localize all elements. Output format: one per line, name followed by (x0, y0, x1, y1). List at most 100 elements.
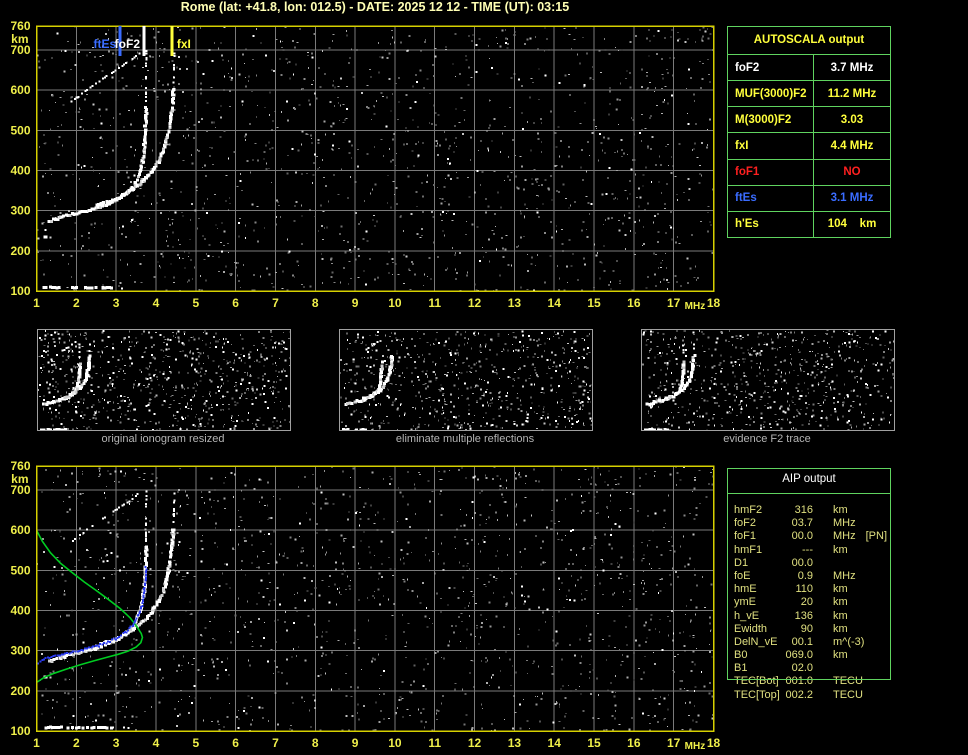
svg-text:12: 12 (468, 296, 482, 310)
aip-row: TEC[Bot] 001.0 TECU (734, 675, 888, 688)
thumbnail-evidence-f2-trace (641, 329, 895, 431)
aip-row: TEC[Top] 002.2 TECU (734, 689, 888, 702)
aip-cell: 00.1 (791, 635, 813, 648)
aip-row: B1 02.0 (734, 662, 888, 675)
aip-cell: hmF1 (734, 543, 763, 556)
aip-cell: ymE (734, 596, 756, 609)
aip-cell: km (833, 609, 848, 622)
aip-cell: km (833, 504, 848, 516)
svg-text:18: 18 (707, 296, 721, 310)
param-value: 11.2 MHz (827, 87, 877, 100)
svg-text:14: 14 (548, 296, 562, 310)
param-value: 3.03 (840, 113, 864, 126)
aip-cell: 069.0 (785, 649, 813, 662)
autoscala-row-fof1: foF1 NO (728, 158, 890, 185)
autoscala-panel-title: AUTOSCALA output (728, 27, 890, 55)
svg-text:200: 200 (10, 244, 30, 258)
param-label: foF1 (728, 159, 814, 185)
ionogram-main-plot: 760km7006005004003002001001 2 3 4 5 6 7 8 9 10 11 1… (10, 19, 720, 312)
svg-text:3: 3 (113, 296, 120, 310)
aip-cell: 02.0 (791, 662, 813, 675)
autoscala-row-m3000: M(3000)F2 3.03 (728, 106, 890, 133)
thumbnail-caption: evidence F2 trace (723, 433, 811, 445)
aip-cell: MHz (833, 569, 856, 582)
svg-text:400: 400 (10, 164, 30, 178)
svg-text:600: 600 (10, 83, 30, 97)
aip-cell: 00.0 (791, 556, 813, 569)
aip-row: D1 00.0 (734, 557, 888, 570)
aip-cell: TEC[Top] (734, 688, 780, 701)
aip-cell: --- (802, 543, 813, 556)
aip-cell: B0 (734, 649, 748, 662)
aip-cell: 136 (794, 609, 813, 622)
param-value: NO (843, 166, 861, 179)
aip-cell: TEC[Bot] (734, 675, 779, 688)
aip-row: hmF1 --- km (734, 544, 888, 557)
aip-row: foF2 03.7 MHz (734, 517, 888, 530)
aip-cell: foE (734, 569, 751, 582)
svg-text:10: 10 (388, 296, 402, 310)
aip-header-divider (727, 493, 891, 494)
param-label: ftEs (728, 185, 814, 211)
aip-cell: D1 (734, 556, 749, 569)
aip-cell: [PN] (865, 530, 888, 543)
svg-text:MHz: MHz (685, 301, 706, 312)
thumbnail-original-ionogram (37, 329, 291, 431)
aip-cell: hmF2 (734, 504, 763, 516)
aip-cell: 110 (795, 583, 813, 596)
aip-cell: foF2 (734, 517, 757, 530)
aip-row: h_vE 136 km (734, 610, 888, 623)
aip-row: Ewidth 90 km (734, 623, 888, 636)
thumbnail-eliminate-reflections (339, 329, 593, 431)
aip-cell: km (833, 649, 848, 662)
svg-text:17: 17 (667, 296, 681, 310)
aip-cell: hmE (734, 583, 757, 596)
param-value: 104 km (827, 218, 877, 231)
svg-text:11: 11 (428, 296, 441, 310)
param-value: 3.1 MHz (830, 192, 874, 205)
aip-row: B0 069.0 km (734, 649, 888, 662)
aip-cell: 03.7 (791, 517, 813, 530)
svg-text:foF2: foF2 (115, 37, 141, 51)
aip-row: hmE 110 km (734, 583, 888, 596)
thumbnail-caption: eliminate multiple reflections (395, 433, 535, 445)
svg-text:5: 5 (192, 296, 199, 310)
param-label: M(3000)F2 (728, 107, 814, 133)
aip-row: ymE 20 km (734, 596, 888, 609)
aip-cell: 0.9 (797, 569, 813, 582)
autoscala-row-muf: MUF(3000)F2 11.2 MHz (728, 80, 890, 107)
svg-text:760: 760 (10, 19, 30, 33)
aip-row: foF1 00.0 MHz [PN] (734, 530, 888, 543)
axis-tick-labels: 760km7006005004003002001001 2 3 4 5 6 7 8 9 10 11 1… (10, 19, 720, 312)
svg-text:1: 1 (33, 296, 40, 310)
svg-text:2: 2 (73, 296, 80, 310)
aip-parameter-list: hmF2 316 km foF2 03.7 MHz foF1 00.0 MHz [PN] hmF1 -… (734, 504, 888, 702)
page-title: Rome (lat: +41.8, lon: 012.5) - DATE: 20… (180, 0, 570, 14)
aip-cell: 316 (794, 504, 813, 516)
svg-text:100: 100 (10, 284, 30, 298)
aip-cell: Ewidth (734, 622, 768, 635)
aip-cell: 90 (800, 622, 813, 635)
svg-text:6: 6 (232, 296, 239, 310)
svg-text:4: 4 (153, 296, 160, 310)
aip-row: foE 0.9 MHz (734, 570, 888, 583)
autoscala-row-ftes: ftEs 3.1 MHz (728, 184, 890, 211)
svg-text:fxI: fxI (177, 37, 191, 51)
thumbnail-caption: original ionogram resized (101, 433, 225, 445)
aip-cell: 001.0 (785, 675, 813, 688)
svg-text:16: 16 (627, 296, 641, 310)
autoscala-row-fof2: foF2 3.7 MHz (728, 55, 890, 81)
autoscala-output-panel: AUTOSCALA output foF2 3.7 MHz MUF(3000)F… (727, 26, 891, 238)
aip-cell: DelN_vE (734, 635, 778, 648)
aip-row: DelN_vE 00.1 m^(-3) (734, 636, 888, 649)
svg-text:9: 9 (352, 296, 359, 310)
ionogram-profile-plot: 760km7006005004003002001001 2 3 4 5 6 7 8 9 10 11 1… (10, 459, 720, 752)
svg-text:15: 15 (587, 296, 601, 310)
aip-cell: MHz (833, 517, 856, 530)
aip-cell: TECU (833, 688, 863, 701)
aip-cell: km (833, 543, 848, 556)
aip-cell: B1 (734, 662, 748, 675)
autoscala-row-hes: h'Es 104 km (728, 210, 890, 237)
svg-text:ftEs: ftEs (93, 37, 116, 51)
aip-cell: 00.0 (791, 530, 813, 543)
